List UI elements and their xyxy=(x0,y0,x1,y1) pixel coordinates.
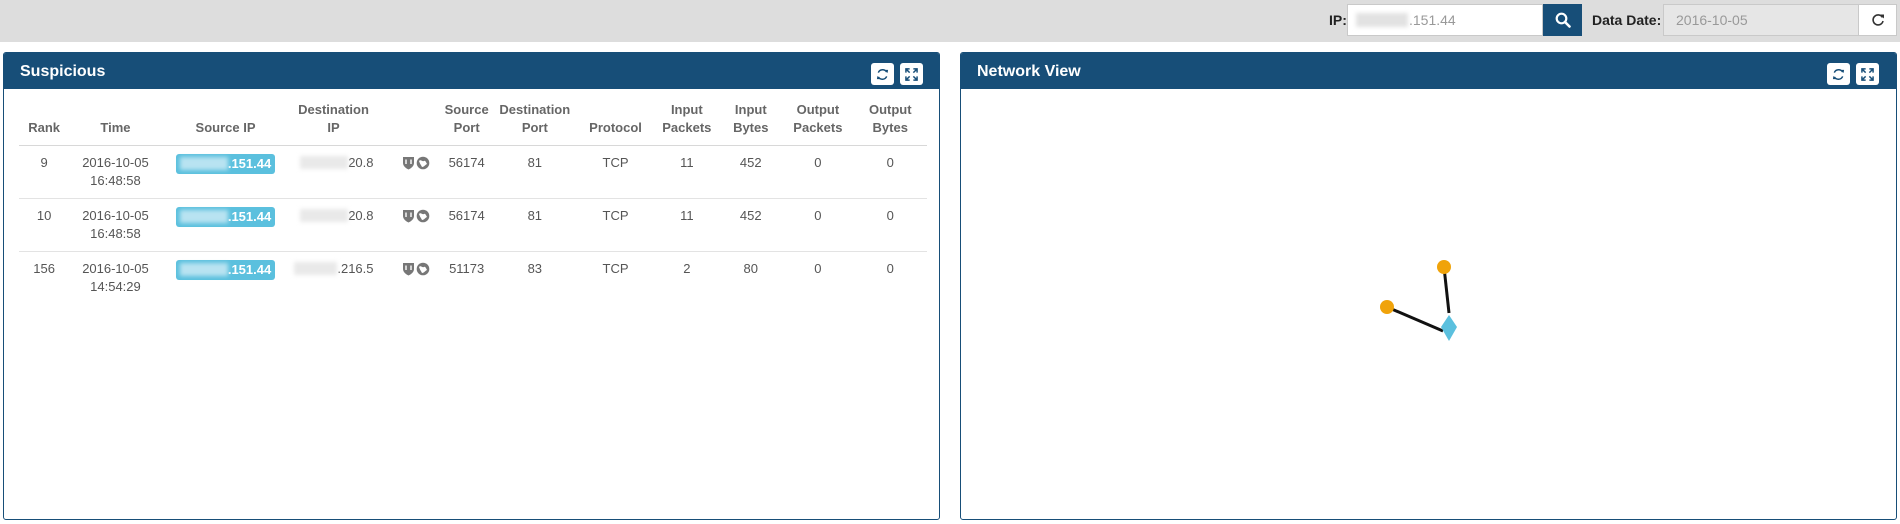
cell-source-ip: .151.44 xyxy=(162,251,290,304)
col-input-bytes[interactable]: Input Bytes xyxy=(719,95,783,146)
refresh-icon xyxy=(876,68,889,80)
col-output-bytes[interactable]: Output Bytes xyxy=(853,95,927,146)
cell-output-bytes: 0 xyxy=(853,198,927,252)
col-source-port[interactable]: Source Port xyxy=(440,95,493,146)
col-destination-ip[interactable]: Destination IP xyxy=(289,95,378,146)
cell-rank: 156 xyxy=(33,260,55,276)
data-date-value: 2016-10-05 xyxy=(1676,12,1748,28)
table-row[interactable]: 9 2016-10-05 16:48:58 .151.44 20.8 56174 … xyxy=(19,145,927,199)
globe-icon[interactable] xyxy=(416,156,430,170)
search-icon xyxy=(1555,12,1571,28)
cell-destination-port: 81 xyxy=(492,198,577,252)
topbar-refresh-button[interactable] xyxy=(1858,4,1897,36)
graph-center-node[interactable] xyxy=(1441,315,1457,341)
cell-icons xyxy=(377,145,441,199)
shield-icon[interactable] xyxy=(402,156,415,170)
redacted-ip-prefix xyxy=(300,209,349,222)
cell-output-packets: 0 xyxy=(782,145,854,199)
col-protocol[interactable]: Protocol xyxy=(576,95,655,146)
source-ip-badge[interactable]: .151.44 xyxy=(175,153,276,174)
cell-source-port: 51173 xyxy=(449,260,485,276)
redacted-ip-prefix xyxy=(1356,13,1408,27)
suspicious-panel: Suspicious Rank Time Source IP Destinati… xyxy=(3,52,940,520)
cell-protocol: TCP xyxy=(576,145,655,199)
cell-source-port: 56174 xyxy=(440,198,493,252)
ip-input-value: .151.44 xyxy=(1409,12,1456,28)
cell-source-port: 56174 xyxy=(440,145,493,199)
search-button[interactable] xyxy=(1543,4,1582,36)
refresh-icon xyxy=(1832,68,1845,80)
cell-icons xyxy=(377,198,441,252)
cell-rank: 10 xyxy=(19,198,70,252)
table-row[interactable]: 156 2016-10-05 14:54:29 .151.44 .216.5 51… xyxy=(19,251,927,304)
cell-rank: 9 xyxy=(19,145,70,199)
cell-destination-ip: 20.8 xyxy=(289,145,378,199)
source-ip-badge[interactable]: .151.44 xyxy=(175,206,276,227)
cell-time: 2016-10-05 16:48:58 xyxy=(69,198,162,252)
suspicious-refresh-button[interactable] xyxy=(871,63,894,85)
cell-time: 2016-10-05 16:48:58 xyxy=(69,145,162,199)
ip-label: IP: xyxy=(1329,12,1347,28)
expand-icon xyxy=(905,67,918,81)
cell-output-packets: 0 xyxy=(782,198,854,252)
network-refresh-button[interactable] xyxy=(1827,63,1850,85)
network-expand-button[interactable] xyxy=(1856,63,1879,85)
col-destination-port[interactable]: Destination Port xyxy=(492,95,577,146)
cell-protocol: TCP xyxy=(576,198,655,252)
network-graph[interactable] xyxy=(961,89,1896,519)
redacted-ip-prefix xyxy=(300,156,349,169)
table-header-row: Rank Time Source IP Destination IP Source… xyxy=(19,95,927,146)
suspicious-panel-header: Suspicious xyxy=(4,53,939,89)
graph-node[interactable] xyxy=(1437,260,1451,274)
col-source-ip[interactable]: Source IP xyxy=(161,95,290,146)
col-icons xyxy=(377,95,441,146)
cell-protocol: TCP xyxy=(602,260,629,276)
cell-output-packets: 0 xyxy=(814,260,822,276)
cell-input-bytes: 80 xyxy=(743,260,759,276)
redacted-ip-prefix xyxy=(293,262,338,275)
cell-source-ip: .151.44 xyxy=(161,145,290,199)
col-time[interactable]: Time xyxy=(69,95,162,146)
refresh-icon xyxy=(1871,14,1884,26)
cell-input-packets: 11 xyxy=(654,145,720,199)
col-output-packets[interactable]: Output Packets xyxy=(782,95,854,146)
data-date-input[interactable]: 2016-10-05 xyxy=(1663,4,1859,36)
suspicious-table: Rank Time Source IP Destination IP Source… xyxy=(19,95,927,304)
cell-destination-port: 83 xyxy=(527,260,543,276)
cell-destination-ip: 20.8 xyxy=(289,198,378,252)
cell-icons xyxy=(378,251,441,304)
cell-input-bytes: 452 xyxy=(719,198,783,252)
suspicious-title: Suspicious xyxy=(20,63,106,80)
ip-input[interactable]: .151.44 xyxy=(1347,4,1543,36)
redacted-ip-prefix xyxy=(179,263,228,276)
graph-node[interactable] xyxy=(1380,300,1394,314)
graph-edge xyxy=(1386,305,1444,333)
cell-output-bytes: 0 xyxy=(853,145,927,199)
network-view-panel: Network View xyxy=(960,52,1897,520)
redacted-ip-prefix xyxy=(179,210,228,223)
cell-output-bytes: 0 xyxy=(886,260,894,276)
data-date-label: Data Date: xyxy=(1592,12,1662,28)
top-toolbar: IP: .151.44 Data Date: 2016-10-05 xyxy=(0,0,1900,42)
shield-icon[interactable] xyxy=(402,209,415,223)
network-view-title: Network View xyxy=(977,63,1081,80)
redacted-ip-prefix xyxy=(179,157,228,170)
suspicious-expand-button[interactable] xyxy=(900,63,923,85)
globe-icon[interactable] xyxy=(416,262,430,276)
col-rank[interactable]: Rank xyxy=(19,95,70,146)
source-ip-badge[interactable]: .151.44 xyxy=(175,259,276,280)
cell-source-ip: .151.44 xyxy=(161,198,290,252)
col-input-packets[interactable]: Input Packets xyxy=(654,95,720,146)
globe-icon[interactable] xyxy=(416,209,430,223)
cell-time: 2016-10-05 14:54:29 xyxy=(82,260,149,294)
cell-input-packets: 11 xyxy=(654,198,720,252)
expand-icon xyxy=(1861,67,1874,81)
table-row[interactable]: 10 2016-10-05 16:48:58 .151.44 20.8 56174… xyxy=(19,198,927,252)
cell-input-packets: 2 xyxy=(683,260,691,276)
shield-icon[interactable] xyxy=(402,262,415,276)
cell-input-bytes: 452 xyxy=(719,145,783,199)
network-panel-header: Network View xyxy=(961,53,1896,89)
cell-destination-ip: .216.5 xyxy=(289,251,377,304)
cell-destination-port: 81 xyxy=(492,145,577,199)
